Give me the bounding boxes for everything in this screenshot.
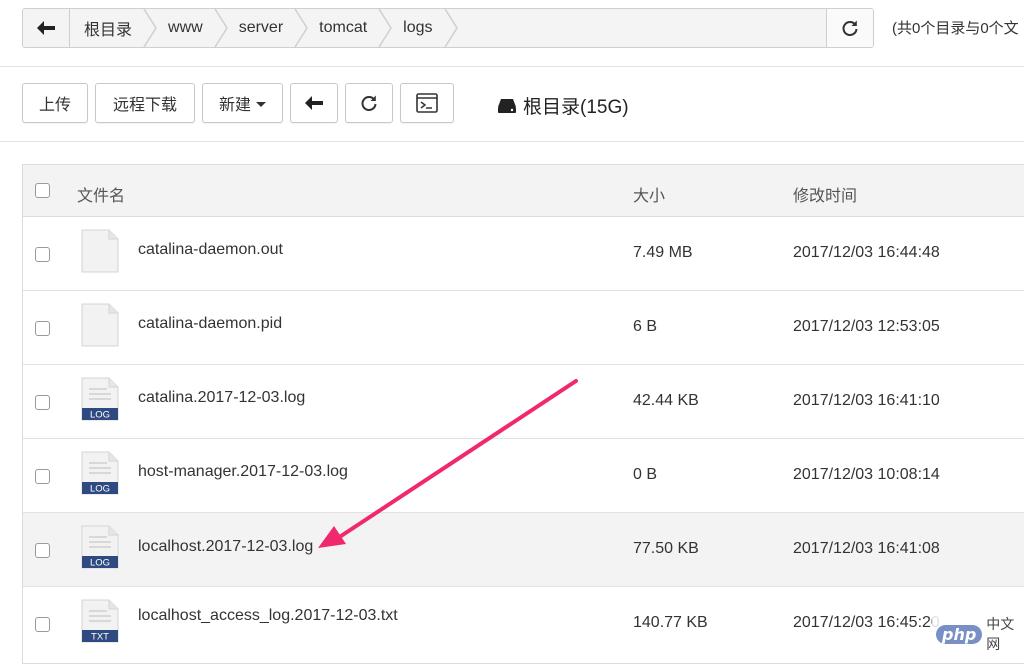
- row-checkbox[interactable]: [35, 543, 50, 558]
- caret-down-icon: [256, 101, 266, 107]
- table-row[interactable]: catalina-daemon.pid 6 B 2017/12/03 12:53…: [23, 291, 1024, 365]
- txt-file-icon: TXT: [81, 599, 119, 643]
- breadcrumb-item-root[interactable]: 根目录: [70, 9, 157, 47]
- breadcrumb-item-tomcat[interactable]: tomcat: [305, 9, 393, 47]
- row-checkbox[interactable]: [35, 247, 50, 262]
- upload-button[interactable]: 上传: [22, 83, 88, 123]
- file-size: 77.50 KB: [633, 540, 699, 557]
- file-name-link[interactable]: catalina-daemon.pid: [138, 315, 282, 333]
- table-header: 文件名 大小 修改时间: [23, 165, 1024, 217]
- file-mtime: 2017/12/03 10:08:14: [793, 466, 940, 483]
- log-file-icon: LOG: [81, 525, 119, 569]
- select-all-checkbox[interactable]: [35, 183, 50, 198]
- table-row[interactable]: LOG localhost.2017-12-03.log 77.50 KB 20…: [23, 513, 1024, 587]
- breadcrumb-label: 根目录: [84, 22, 133, 39]
- breadcrumb-item-server[interactable]: server: [225, 9, 309, 47]
- hard-drive-icon: [498, 98, 516, 113]
- directory-summary: (共0个目录与0个文: [892, 20, 1019, 37]
- file-type-badge: TXT: [91, 632, 109, 643]
- refresh-icon: [361, 95, 377, 111]
- table-row[interactable]: TXT localhost_access_log.2017-12-03.txt …: [23, 587, 1024, 661]
- file-name-link[interactable]: catalina.2017-12-03.log: [138, 389, 305, 407]
- back-button[interactable]: [290, 83, 338, 123]
- file-name-link[interactable]: catalina-daemon.out: [138, 241, 283, 259]
- breadcrumb: 根目录 www server tomcat logs: [70, 9, 826, 47]
- watermark-text: 中文网: [986, 616, 1015, 652]
- watermark: php 中文网: [932, 612, 1024, 656]
- divider: [0, 141, 1024, 142]
- file-size: 7.49 MB: [633, 244, 693, 261]
- blank-file-icon: [81, 303, 119, 347]
- file-name-link[interactable]: localhost_access_log.2017-12-03.txt: [138, 607, 398, 625]
- breadcrumb-label: logs: [403, 19, 433, 36]
- file-name-link[interactable]: localhost.2017-12-03.log: [138, 538, 313, 556]
- file-size: 0 B: [633, 466, 658, 483]
- breadcrumb-label: tomcat: [319, 19, 368, 36]
- log-file-icon: LOG: [81, 377, 119, 421]
- upload-label: 上传: [38, 97, 71, 114]
- file-mtime: 2017/12/03 12:53:05: [793, 318, 940, 335]
- refresh-icon: [842, 20, 858, 36]
- file-size: 6 B: [633, 318, 658, 335]
- breadcrumb-separator: [443, 9, 458, 47]
- arrow-left-icon: [305, 96, 323, 110]
- breadcrumb-item-www[interactable]: www: [154, 9, 228, 47]
- disk-indicator[interactable]: 根目录(15G): [497, 92, 629, 119]
- log-file-icon: LOG: [81, 451, 119, 495]
- row-checkbox[interactable]: [35, 321, 50, 336]
- file-table: 文件名 大小 修改时间 catalina-daemon.out 7.49 MB …: [22, 164, 1024, 664]
- file-size: 42.44 KB: [633, 392, 699, 409]
- table-row[interactable]: catalina-daemon.out 7.49 MB 2017/12/03 1…: [23, 217, 1024, 291]
- terminal-button[interactable]: [400, 83, 454, 123]
- divider: [0, 66, 1024, 67]
- table-row[interactable]: LOG host-manager.2017-12-03.log 0 B 2017…: [23, 439, 1024, 513]
- file-type-badge: LOG: [90, 558, 110, 569]
- arrow-left-icon: [37, 21, 55, 35]
- file-mtime: 2017/12/03 16:41:10: [793, 392, 940, 409]
- new-dropdown-button[interactable]: 新建: [202, 83, 283, 123]
- breadcrumb-item-logs[interactable]: logs: [389, 9, 458, 47]
- disk-label: 根目录(15G): [523, 97, 629, 118]
- refresh-button[interactable]: [345, 83, 393, 123]
- row-checkbox[interactable]: [35, 469, 50, 484]
- terminal-icon: [416, 93, 438, 113]
- file-mtime: 2017/12/03 16:44:48: [793, 244, 940, 261]
- remote-download-button[interactable]: 远程下载: [95, 83, 195, 123]
- column-header-size[interactable]: 大小: [633, 182, 665, 206]
- breadcrumb-bar: 根目录 www server tomcat logs: [22, 8, 874, 48]
- table-row[interactable]: LOG catalina.2017-12-03.log 42.44 KB 201…: [23, 365, 1024, 439]
- row-checkbox[interactable]: [35, 617, 50, 632]
- column-header-name[interactable]: 文件名: [77, 182, 125, 206]
- path-refresh-button[interactable]: [826, 9, 873, 47]
- file-name-link[interactable]: host-manager.2017-12-03.log: [138, 463, 348, 481]
- back-button[interactable]: [23, 9, 70, 47]
- new-label: 新建: [218, 97, 251, 114]
- row-checkbox[interactable]: [35, 395, 50, 410]
- breadcrumb-label: www: [168, 19, 203, 36]
- remote-download-label: 远程下载: [112, 97, 177, 114]
- file-type-badge: LOG: [90, 410, 110, 421]
- file-mtime: 2017/12/03 16:45:20: [793, 614, 940, 631]
- file-mtime: 2017/12/03 16:41:08: [793, 540, 940, 557]
- column-header-mtime[interactable]: 修改时间: [793, 182, 857, 206]
- blank-file-icon: [81, 229, 119, 273]
- file-size: 140.77 KB: [633, 614, 708, 631]
- breadcrumb-label: server: [238, 19, 284, 36]
- php-logo: php: [936, 624, 983, 644]
- file-type-badge: LOG: [90, 484, 110, 495]
